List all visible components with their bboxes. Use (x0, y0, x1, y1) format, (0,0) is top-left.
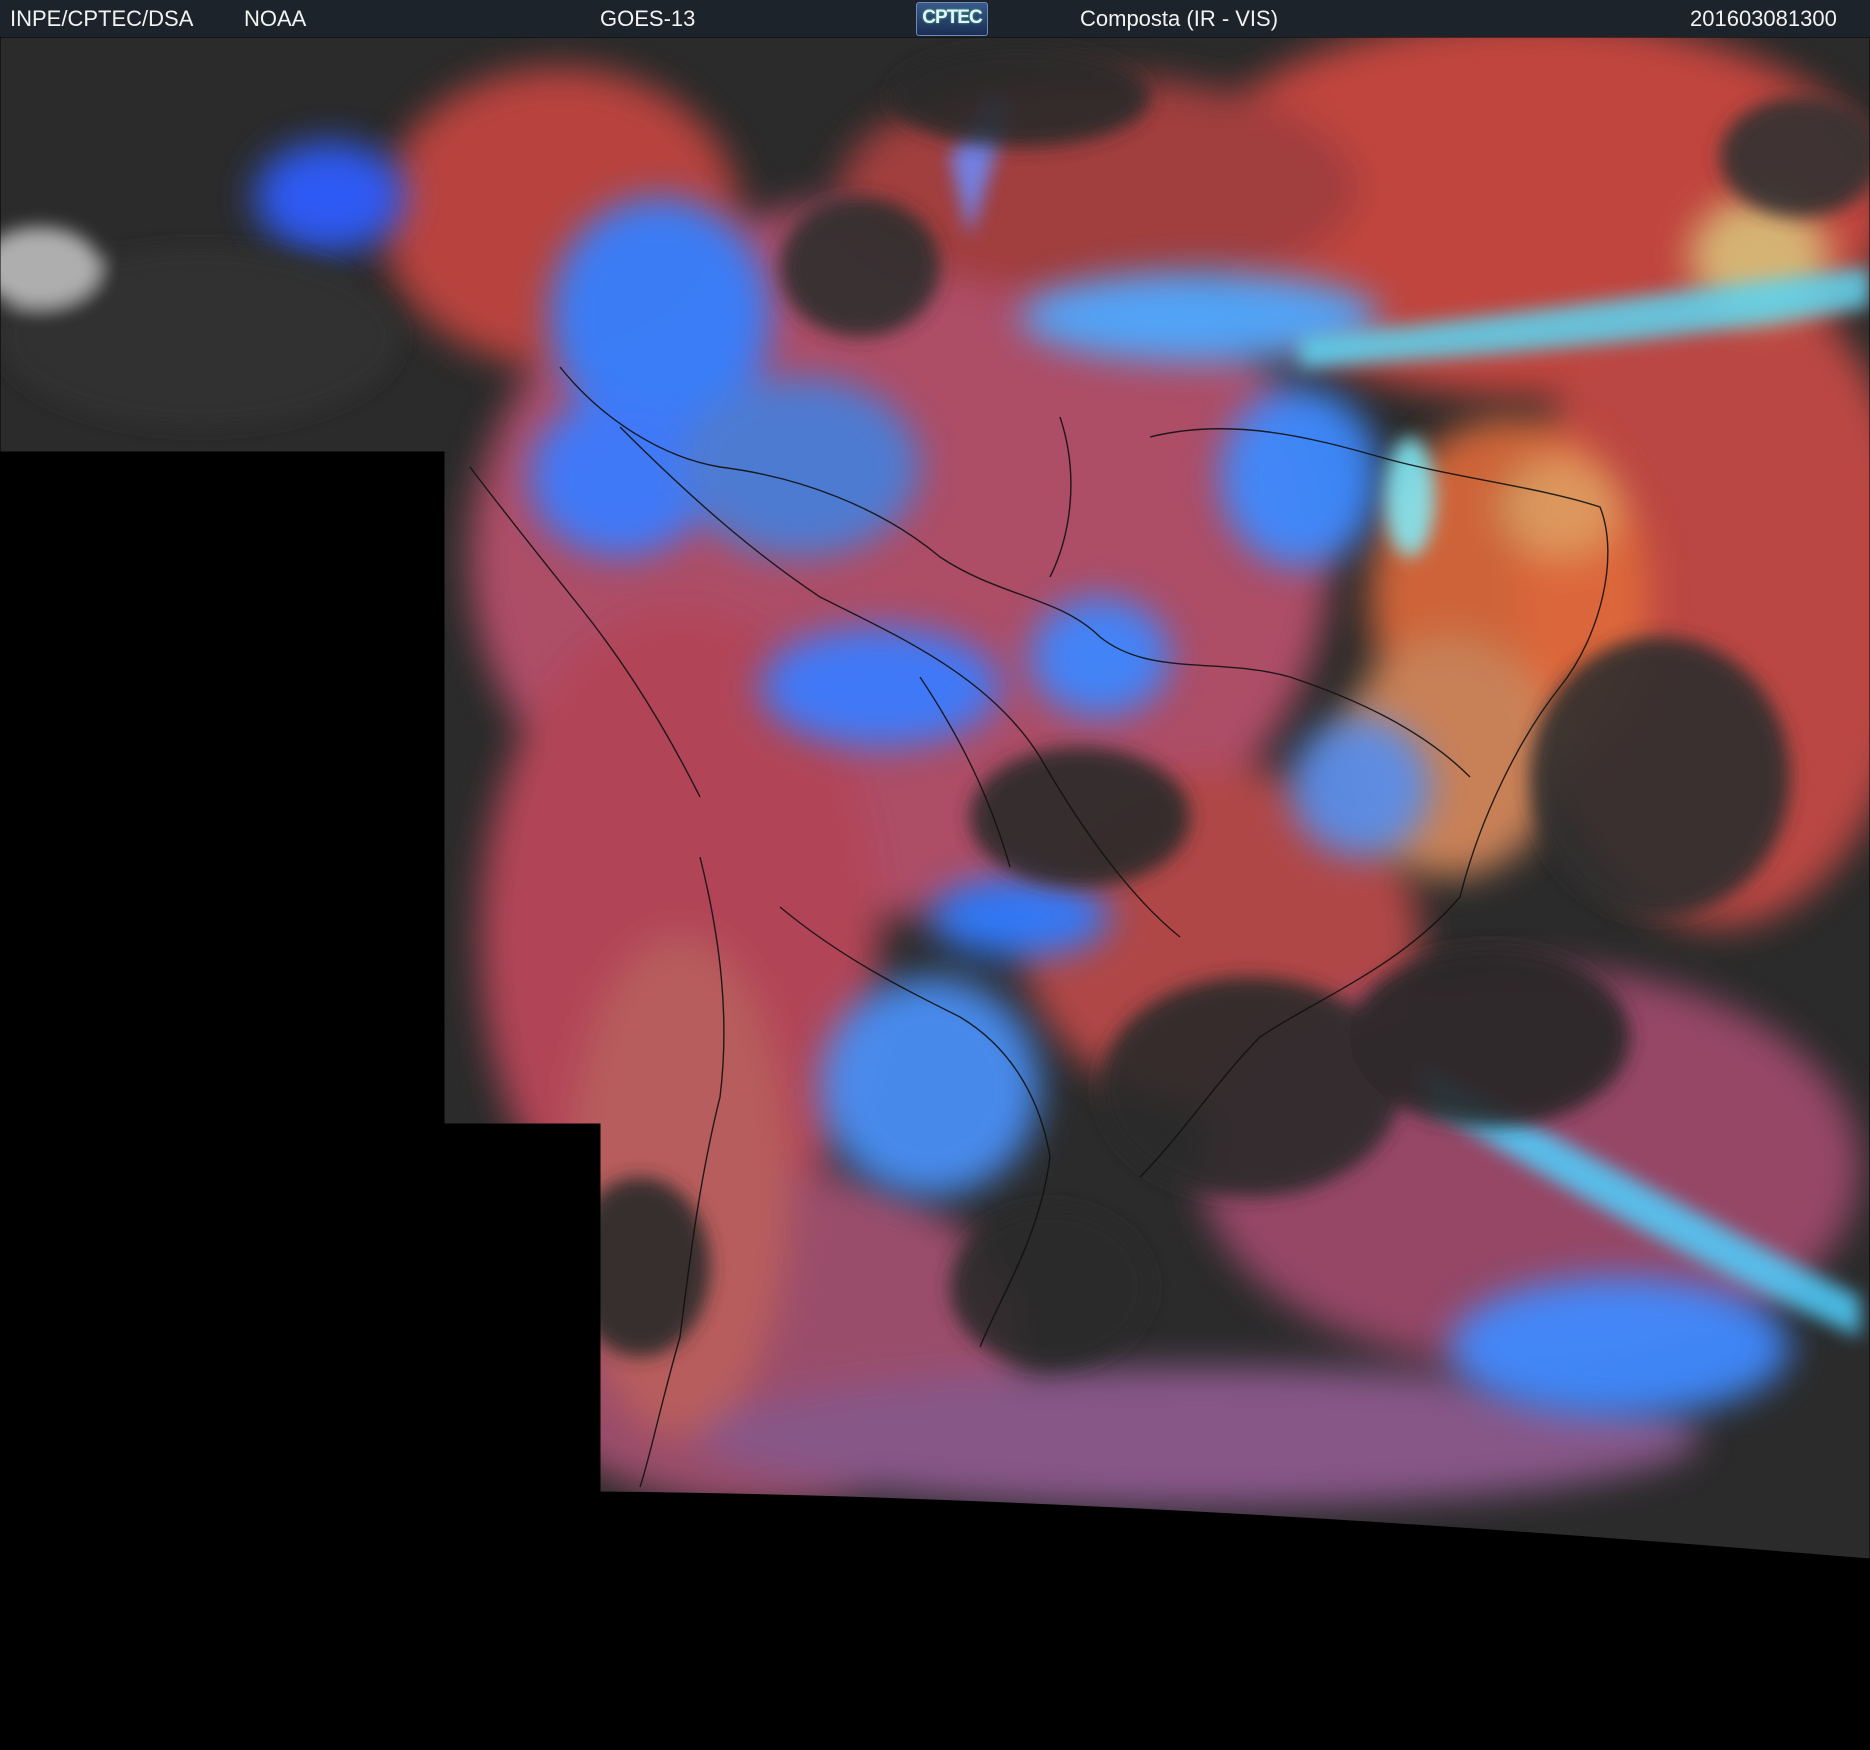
org-label: INPE/CPTEC/DSA (10, 6, 194, 31)
header-bar: INPE/CPTEC/DSA NOAA GOES-13 CPTEC Compos… (0, 0, 1870, 37)
product-label: Composta (IR - VIS) (1080, 6, 1279, 31)
cptec-logo: CPTEC (916, 2, 988, 36)
agency-label: NOAA (244, 6, 307, 31)
imagery-layer (0, 37, 1870, 1559)
satellite-label: GOES-13 (600, 6, 696, 31)
timestamp-label: 201603081300 (1690, 6, 1837, 31)
logo-text: CPTEC (922, 7, 982, 28)
satellite-composite-image (0, 37, 1870, 1560)
